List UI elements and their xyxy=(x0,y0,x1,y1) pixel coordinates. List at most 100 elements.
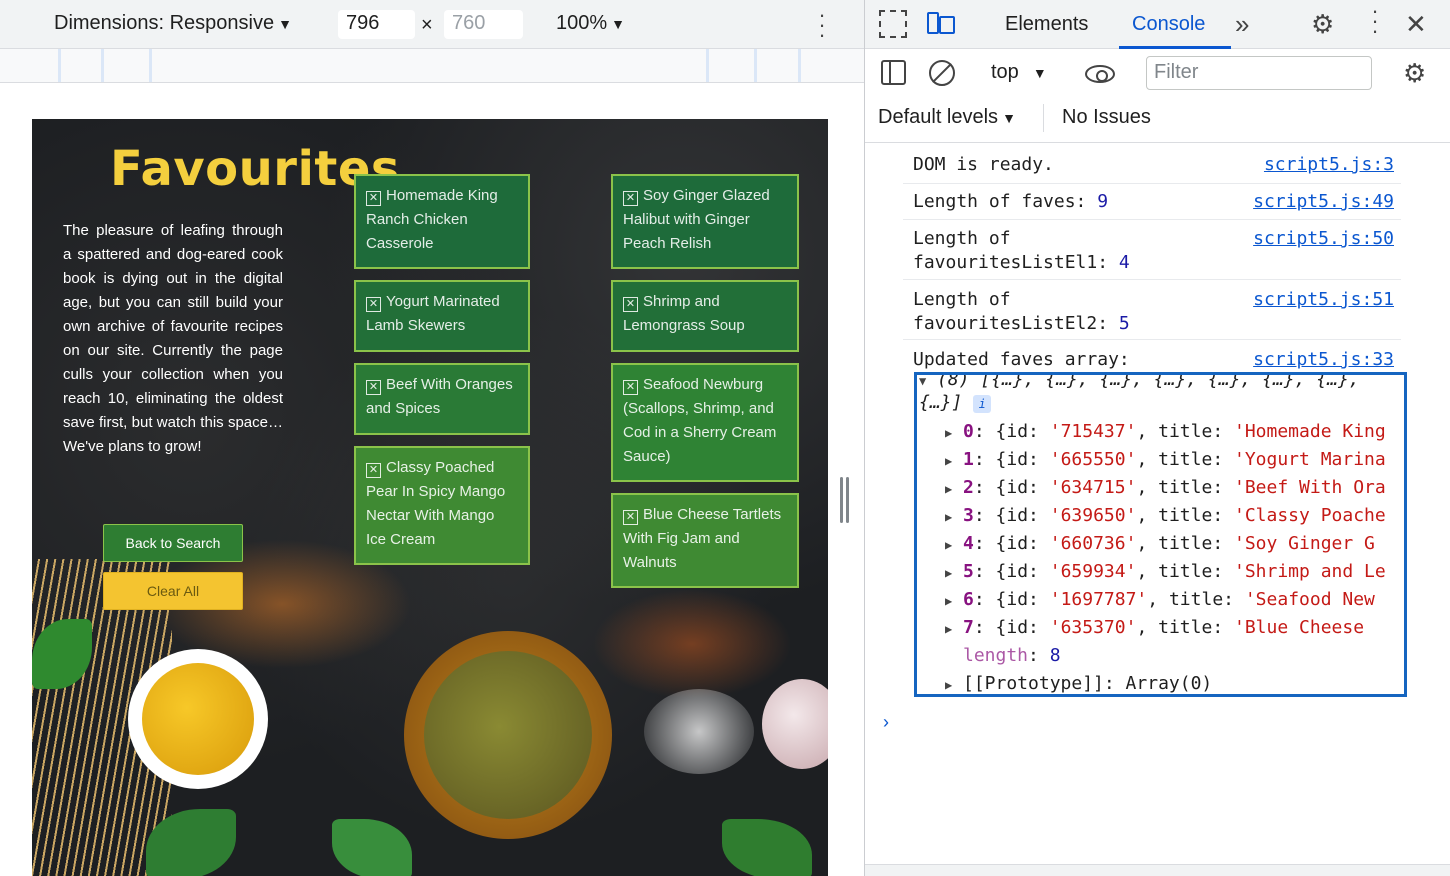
log-text: Updated faves array: xyxy=(913,349,1130,370)
favourite-title: Beef With Oranges and Spices xyxy=(366,376,513,417)
live-expression-eye-icon[interactable] xyxy=(1085,65,1115,83)
array-entry[interactable]: ▶ 0: {id: '715437', title: 'Homemade King xyxy=(945,418,1386,447)
tab-console[interactable]: Console xyxy=(1132,13,1205,36)
back-to-search-button[interactable]: Back to Search xyxy=(103,524,243,562)
remove-icon[interactable]: ✕ xyxy=(366,191,381,206)
console-settings-gear-icon[interactable]: ⚙ xyxy=(1403,58,1426,89)
remove-icon[interactable]: ✕ xyxy=(366,297,381,312)
ruler-tick[interactable] xyxy=(149,49,152,82)
remove-icon[interactable]: ✕ xyxy=(366,463,381,478)
favourite-card[interactable]: ✕ Seafood Newburg (Scallops, Shrimp, and … xyxy=(611,363,799,482)
array-entry[interactable]: ▶ 4: {id: '660736', title: 'Soy Ginger G xyxy=(945,530,1375,559)
log-text: Length of faves: xyxy=(913,191,1087,212)
info-badge-icon[interactable]: i xyxy=(973,395,992,413)
array-entry[interactable]: ▶ 7: {id: '635370', title: 'Blue Cheese xyxy=(945,614,1364,643)
log-source-link[interactable]: script5.js:33 xyxy=(1253,348,1394,372)
array-entry[interactable]: ▶ 6: {id: '1697787', title: 'Seafood New xyxy=(945,586,1375,615)
settings-gear-icon[interactable]: ⚙ xyxy=(1311,9,1334,40)
array-length: length: 8 xyxy=(963,645,1061,666)
favourite-card[interactable]: ✕ Blue Cheese Tartlets With Fig Jam and W… xyxy=(611,493,799,588)
salt-image xyxy=(644,689,754,774)
console-prompt[interactable]: › xyxy=(883,712,889,733)
device-toggle-icon[interactable] xyxy=(927,12,957,36)
chevron-down-icon: ▼ xyxy=(278,16,292,32)
resize-handle[interactable] xyxy=(839,477,851,523)
clear-console-icon[interactable] xyxy=(929,60,955,86)
remove-icon[interactable]: ✕ xyxy=(623,380,638,395)
intro-paragraph: The pleasure of leafing through a spatte… xyxy=(63,222,283,455)
width-input[interactable]: 796 xyxy=(338,10,415,39)
log-separator xyxy=(903,339,1401,340)
device-toolbar: Dimensions: Responsive ▼ 796 × 760 100% ▼ … xyxy=(0,0,864,49)
favourite-card[interactable]: ✕ Shrimp and Lemongrass Soup xyxy=(611,280,799,352)
basil-leaf-image xyxy=(722,819,812,876)
more-options-icon[interactable]: · · · xyxy=(814,4,830,46)
expand-triangle-icon[interactable]: ▶ xyxy=(945,503,963,531)
more-options-icon[interactable]: · · · xyxy=(1367,0,1383,42)
array-entry[interactable]: ▶ 2: {id: '634715', title: 'Beef With Ora xyxy=(945,474,1386,503)
dimensions-select[interactable]: Dimensions: Responsive ▼ xyxy=(54,12,292,35)
ruler-tick[interactable] xyxy=(706,49,709,82)
favourite-card[interactable]: ✕ Classy Poached Pear In Spicy Mango Nect… xyxy=(354,446,530,565)
favourite-card[interactable]: ✕ Homemade King Ranch Chicken Casserole xyxy=(354,174,530,269)
array-entry[interactable]: ▶ 3: {id: '639650', title: 'Classy Poache xyxy=(945,502,1386,531)
expand-triangle-icon[interactable]: ▶ xyxy=(945,559,963,587)
levels-select[interactable]: Default levels ▼ xyxy=(878,106,1016,129)
inspect-element-icon[interactable] xyxy=(879,10,907,38)
height-input[interactable]: 760 xyxy=(444,10,523,39)
log-source-link[interactable]: script5.js:50 xyxy=(1253,227,1394,251)
times-sign: × xyxy=(421,14,433,36)
devtools-tabbar: Elements Console » ⚙ · · · ✕ xyxy=(865,0,1450,49)
log-separator xyxy=(903,219,1401,220)
array-entry[interactable]: ▶ 1: {id: '665550', title: 'Yogurt Marina xyxy=(945,446,1386,475)
favourite-title: Blue Cheese Tartlets With Fig Jam and Wa… xyxy=(623,506,782,571)
favourite-title: Homemade King Ranch Chicken Casserole xyxy=(366,187,498,252)
clear-all-button[interactable]: Clear All xyxy=(103,572,243,610)
ruler-tick[interactable] xyxy=(58,49,61,82)
remove-icon[interactable]: ✕ xyxy=(623,297,638,312)
issues-label[interactable]: No Issues xyxy=(1062,106,1151,129)
remove-icon[interactable]: ✕ xyxy=(623,191,638,206)
expand-triangle-icon[interactable]: ▶ xyxy=(945,419,963,447)
expand-triangle-icon[interactable]: ▶ xyxy=(945,447,963,475)
more-tabs-icon[interactable]: » xyxy=(1235,9,1249,40)
chevron-down-icon: ▼ xyxy=(1002,110,1016,126)
levels-label: Default levels xyxy=(878,106,999,128)
expand-triangle-icon[interactable]: ▶ xyxy=(945,475,963,503)
expand-triangle-icon[interactable]: ▶ xyxy=(945,671,963,694)
expand-triangle-icon[interactable]: ▶ xyxy=(945,587,963,615)
filter-input[interactable]: Filter xyxy=(1146,56,1372,90)
expand-triangle-icon[interactable]: ▶ xyxy=(945,531,963,559)
favourite-card[interactable]: ✕ Soy Ginger Glazed Halibut with Ginger P… xyxy=(611,174,799,269)
remove-icon[interactable]: ✕ xyxy=(366,380,381,395)
ruler-tick[interactable] xyxy=(798,49,801,82)
zoom-select[interactable]: 100% ▼ xyxy=(556,12,625,35)
favourite-card[interactable]: ✕ Yogurt Marinated Lamb Skewers xyxy=(354,280,530,352)
sidebar-toggle-icon[interactable] xyxy=(881,60,906,85)
divider xyxy=(1043,104,1044,132)
log-source-link[interactable]: script5.js:49 xyxy=(1253,190,1394,214)
array-summary[interactable]: ▼ (8) [{…}, {…}, {…}, {…}, {…}, {…}, {…},… xyxy=(919,375,1389,414)
expand-triangle-icon[interactable]: ▶ xyxy=(945,615,963,643)
log-separator xyxy=(903,183,1401,184)
log-text: DOM is ready. xyxy=(913,154,1054,175)
log-source-link[interactable]: script5.js:3 xyxy=(1264,153,1394,177)
favourite-card[interactable]: ✕ Beef With Oranges and Spices xyxy=(354,363,530,435)
ruler-tick[interactable] xyxy=(101,49,104,82)
remove-icon[interactable]: ✕ xyxy=(623,510,638,525)
expanded-array-object[interactable]: ▼ (8) [{…}, {…}, {…}, {…}, {…}, {…}, {…},… xyxy=(914,372,1407,697)
expand-triangle-icon[interactable]: ▼ xyxy=(919,375,937,392)
tab-elements[interactable]: Elements xyxy=(1005,13,1088,36)
log-text: Length of favouritesListEl2: xyxy=(913,289,1109,334)
log-source-link[interactable]: script5.js:51 xyxy=(1253,288,1394,312)
pesto-image xyxy=(424,651,592,819)
context-label: top xyxy=(991,61,1019,83)
array-prototype[interactable]: ▶ [[Prototype]]: Array(0) xyxy=(945,670,1212,694)
array-entry[interactable]: ▶ 5: {id: '659934', title: 'Shrimp and Le xyxy=(945,558,1386,587)
close-icon[interactable]: ✕ xyxy=(1405,9,1427,40)
log-message: Length of favouritesListEl1: 4 xyxy=(913,227,1213,275)
context-select[interactable]: top ▼ xyxy=(991,61,1047,84)
ruler-tick[interactable] xyxy=(754,49,757,82)
log-value: 4 xyxy=(1118,252,1130,273)
log-value: 5 xyxy=(1118,313,1130,334)
